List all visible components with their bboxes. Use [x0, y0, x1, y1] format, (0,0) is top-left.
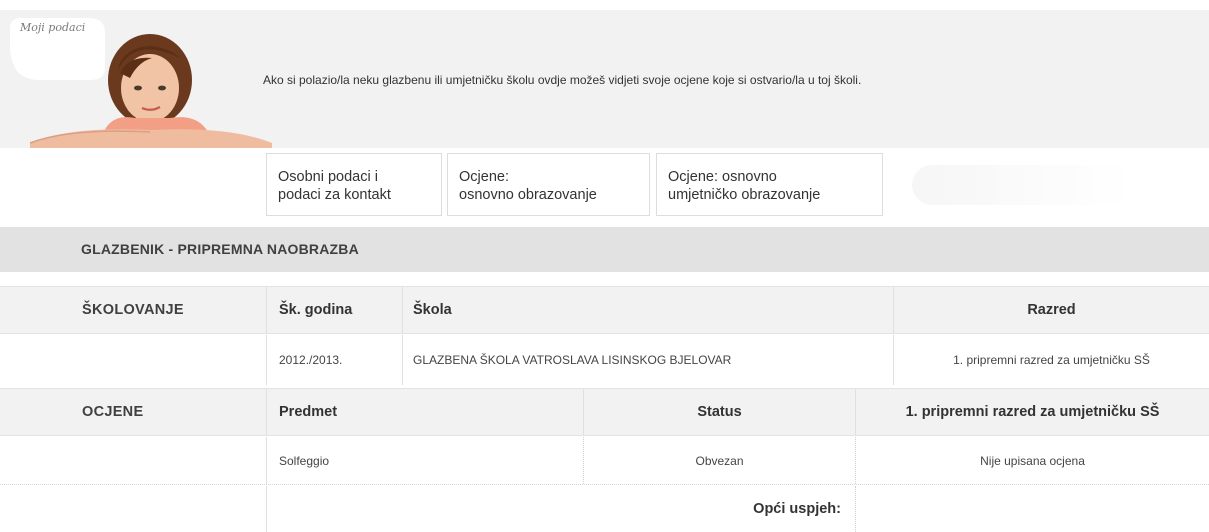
tab-label-line1: Ocjene:: [459, 169, 509, 185]
profile-header: Moji podaci Ako si polazio/la neku glazb…: [0, 10, 1209, 148]
col-header-year: Šk. godina: [266, 287, 402, 333]
table-row: Solfeggio Obvezan Nije upisana ocjena: [0, 437, 1209, 485]
overall-row: Opći uspjeh:: [0, 486, 1209, 532]
grades-header-row: OCJENE Predmet Status 1. pripremni razre…: [0, 388, 1209, 436]
tab-grades-basic[interactable]: Ocjene: osnovno obrazovanje: [447, 153, 650, 216]
col-header-class-grade: 1. pripremni razred za umjetničku SŠ: [855, 389, 1209, 435]
bubble-label: Moji podaci: [20, 21, 86, 34]
cell-subject: Solfeggio: [266, 437, 583, 484]
overall-value: [855, 486, 1209, 532]
tab-label-line2: podaci za kontakt: [278, 187, 391, 203]
col-header-grade: Razred: [893, 287, 1209, 333]
cell-status: Obvezan: [583, 437, 855, 484]
section-header: GLAZBENIK - PRIPREMNA NAOBRAZBA: [0, 227, 1209, 272]
overall-label: Opći uspjeh:: [266, 486, 855, 532]
cell-school: GLAZBENA ŠKOLA VATROSLAVA LISINSKOG BJEL…: [402, 335, 893, 385]
cell-grade: 1. pripremni razred za umjetničku SŠ: [893, 335, 1209, 385]
col-header-subject: Predmet: [266, 389, 583, 435]
cell-year: 2012./2013.: [266, 335, 402, 385]
section-title: GLAZBENIK - PRIPREMNA NAOBRAZBA: [81, 241, 359, 257]
schooling-header-row: ŠKOLOVANJE Šk. godina Škola Razred: [0, 286, 1209, 334]
tab-personal-data[interactable]: Osobni podaci i podaci za kontakt: [266, 153, 442, 216]
faded-decoration: [912, 165, 1132, 205]
tab-label-line1: Osobni podaci i: [278, 169, 378, 185]
schooling-label: ŠKOLOVANJE: [82, 302, 184, 318]
col-header-status: Status: [583, 389, 855, 435]
tab-label-line2: umjetničko obrazovanje: [668, 187, 821, 203]
col-header-school: Škola: [402, 287, 893, 333]
avatar-illustration: [10, 18, 272, 148]
tab-grades-art[interactable]: Ocjene: osnovno umjetničko obrazovanje: [656, 153, 883, 216]
intro-text: Ako si polazio/la neku glazbenu ili umje…: [263, 73, 862, 87]
tab-label-line1: Ocjene: osnovno: [668, 169, 777, 185]
table-row: 2012./2013. GLAZBENA ŠKOLA VATROSLAVA LI…: [0, 335, 1209, 385]
tab-label-line2: osnovno obrazovanje: [459, 187, 597, 203]
grades-label: OCJENE: [82, 404, 144, 420]
cell-class-grade: Nije upisana ocjena: [855, 437, 1209, 484]
avatar: Moji podaci: [10, 18, 275, 148]
